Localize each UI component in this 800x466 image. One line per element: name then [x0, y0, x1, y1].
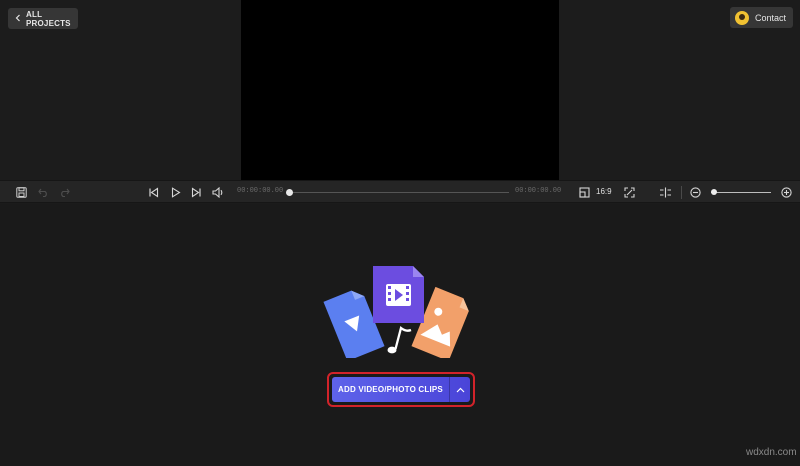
play-icon[interactable] — [168, 185, 182, 200]
undo-icon[interactable] — [36, 185, 50, 200]
add-clips-button[interactable]: ADD VIDEO/PHOTO CLIPS — [332, 377, 470, 402]
toolbar-divider — [681, 186, 682, 199]
zoom-out-icon[interactable] — [688, 185, 702, 200]
chevron-left-icon — [14, 14, 22, 24]
chevron-up-icon[interactable] — [450, 377, 470, 402]
all-projects-button[interactable]: ALL PROJECTS — [8, 8, 78, 29]
add-clips-highlight: ADD VIDEO/PHOTO CLIPS — [327, 372, 475, 407]
save-icon[interactable] — [14, 185, 28, 200]
redo-icon[interactable] — [57, 185, 71, 200]
skip-forward-icon[interactable] — [189, 185, 203, 200]
media-files-illustration — [323, 266, 469, 358]
contact-label: Contact — [755, 12, 787, 23]
zoom-in-icon[interactable] — [779, 185, 793, 200]
fullscreen-icon[interactable] — [622, 185, 636, 200]
aspect-ratio-icon[interactable] — [577, 185, 591, 200]
video-preview — [241, 0, 559, 180]
current-time: 00:00:00.00 — [237, 187, 284, 195]
music-note-icon — [387, 325, 412, 354]
video-file-purple-icon — [373, 266, 424, 323]
split-icon[interactable] — [658, 185, 672, 200]
zoom-slider-handle[interactable] — [711, 189, 717, 195]
volume-icon[interactable] — [210, 185, 226, 200]
total-time: 00:00:00.00 — [515, 187, 562, 195]
playback-track[interactable] — [287, 192, 509, 193]
add-clips-label: ADD VIDEO/PHOTO CLIPS — [338, 385, 443, 394]
contact-button[interactable]: Contact — [730, 7, 793, 28]
zoom-slider-track[interactable] — [711, 192, 771, 193]
aspect-ratio-value[interactable]: 16:9 — [596, 187, 612, 196]
all-projects-label: ALL PROJECTS — [26, 9, 71, 28]
timeline-toolbar: 00:00:00.00 00:00:00.00 16:9 — [0, 180, 800, 203]
skip-back-icon[interactable] — [146, 185, 160, 200]
playhead-handle[interactable] — [286, 189, 293, 196]
watermark-text: wdxdn.com — [746, 447, 797, 458]
avatar — [735, 10, 749, 25]
